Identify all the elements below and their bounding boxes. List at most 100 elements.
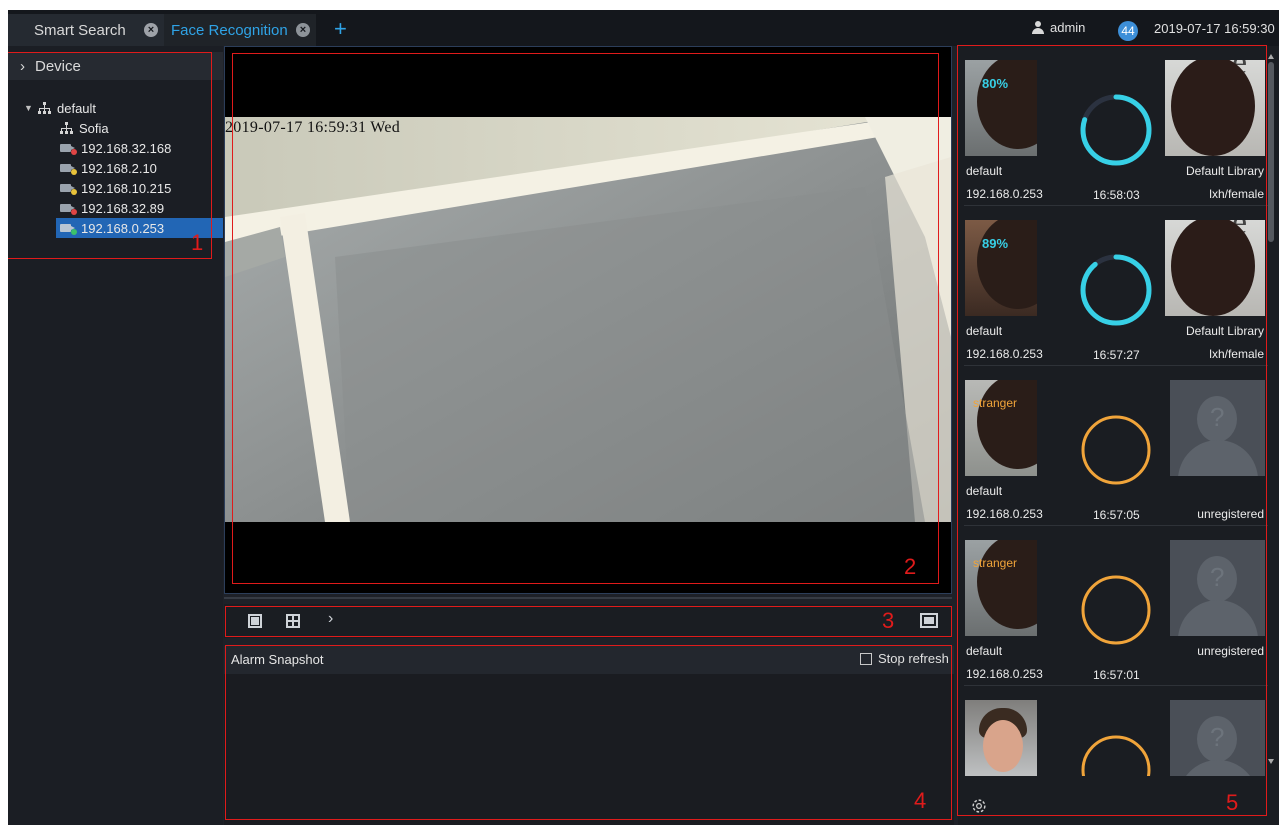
annotation-number-2: 2 — [904, 554, 917, 579]
checkbox-icon[interactable] — [860, 652, 872, 665]
device-ip: 192.168.32.89 — [81, 200, 165, 216]
recognition-feed-panel: default 192.168.0.253 80% 16:58:03 ne De… — [958, 46, 1279, 825]
card-time: 16:57:01 — [1093, 668, 1140, 682]
network-icon — [60, 122, 73, 134]
network-icon — [38, 102, 51, 114]
tree-node-label: default — [57, 100, 97, 116]
camera-warning-icon — [60, 163, 77, 175]
close-tab-icon[interactable]: × — [144, 23, 158, 37]
stranger-label: stranger — [972, 396, 1018, 410]
annotation-number-1: 1 — [191, 230, 204, 255]
stranger-label: stranger — [972, 556, 1018, 570]
stop-refresh-label: Stop refresh — [878, 651, 949, 666]
annotation-number-4: 4 — [914, 788, 927, 813]
alarm-snapshot-header: Alarm Snapshot Stop refresh — [224, 646, 954, 674]
video-osd-timestamp: 2019-07-17 16:59:31 Wed — [225, 119, 401, 136]
user-menu[interactable]: admin — [1032, 20, 1085, 35]
stranger-ring — [1081, 735, 1151, 776]
card-person: lxh/female — [1209, 187, 1264, 201]
username: admin — [1050, 20, 1086, 35]
similarity-value: 89% — [981, 235, 1009, 251]
recognition-card[interactable]: default 192.168.0.253 89% 16:57:27 ne De… — [958, 206, 1268, 366]
card-ip: 192.168.0.253 — [966, 667, 1043, 681]
video-progress-line — [224, 597, 952, 599]
device-ip: 192.168.2.10 — [81, 160, 157, 176]
card-library: Default Library — [1185, 164, 1264, 178]
add-tab-icon[interactable]: + — [334, 16, 347, 42]
card-time: 16:58:03 — [1093, 188, 1140, 202]
feed-scrollbar[interactable] — [1268, 54, 1274, 764]
settings-gear-icon[interactable] — [970, 797, 988, 815]
recognition-feed: default 192.168.0.253 80% 16:58:03 ne De… — [958, 46, 1268, 776]
recognition-card[interactable]: ? — [958, 686, 1268, 776]
card-time: 16:57:05 — [1093, 508, 1140, 522]
camera-offline-icon — [60, 203, 77, 215]
unregistered-avatar-icon: ? — [1170, 540, 1265, 636]
caret-down-icon[interactable]: ▼ — [24, 103, 33, 113]
live-video-window[interactable]: 2019-07-17 16:59:31 Wed — [224, 46, 952, 594]
single-layout-icon[interactable] — [248, 614, 262, 628]
card-ip: 192.168.0.253 — [966, 507, 1043, 521]
fullscreen-icon[interactable] — [920, 613, 938, 628]
chevron-right-icon[interactable]: › — [328, 610, 333, 628]
alarm-snapshot-list — [224, 674, 954, 825]
stranger-ring — [1081, 575, 1151, 645]
card-person: unregistered — [1197, 644, 1264, 658]
card-group: default — [966, 644, 1003, 658]
library-face-thumbnail: ne — [1165, 220, 1265, 316]
device-header[interactable]: › Device — [8, 52, 223, 80]
similarity-value: 80% — [981, 75, 1009, 91]
card-time: 16:57:27 — [1093, 348, 1140, 362]
stop-refresh-toggle[interactable]: Stop refresh — [860, 651, 949, 666]
device-title: Device — [35, 57, 81, 75]
device-ip: 192.168.0.253 — [81, 220, 165, 236]
stranger-ring — [1081, 415, 1151, 485]
user-icon — [1032, 21, 1044, 34]
similarity-ring — [1080, 254, 1152, 326]
tree-node-device[interactable]: 192.168.32.89 — [60, 198, 164, 218]
top-bar: Smart Search × Face Recognition × + admi… — [8, 10, 1279, 46]
tab-label: Face Recognition — [171, 21, 288, 39]
tab-smart-search[interactable]: Smart Search × — [8, 14, 164, 46]
quad-layout-icon[interactable] — [286, 614, 300, 628]
alarm-snapshot-title: Alarm Snapshot — [231, 652, 324, 667]
unregistered-avatar-icon: ? — [1170, 380, 1265, 476]
annotation-number-5: 5 — [1226, 790, 1239, 815]
camera-feed-image: 2019-07-17 16:59:31 Wed — [225, 117, 951, 522]
card-person: unregistered — [1197, 507, 1264, 521]
chevron-right-icon: › — [20, 57, 25, 75]
tree-node-device[interactable]: 192.168.2.10 — [60, 158, 157, 178]
scroll-thumb[interactable] — [1268, 62, 1274, 242]
notification-badge[interactable]: 44 — [1118, 21, 1138, 41]
camera-warning-icon — [60, 183, 77, 195]
recognition-card[interactable]: default 192.168.0.253 stranger 16:57:01 … — [958, 526, 1268, 686]
card-group: default — [966, 484, 1003, 498]
card-ip: 192.168.0.253 — [966, 187, 1043, 201]
camera-offline-icon — [60, 143, 77, 155]
scroll-up-icon[interactable] — [1268, 54, 1274, 59]
card-group: default — [966, 164, 1003, 178]
close-tab-icon[interactable]: × — [296, 23, 310, 37]
scroll-down-icon[interactable] — [1268, 759, 1274, 764]
device-ip: 192.168.10.215 — [81, 180, 172, 196]
tree-node-device[interactable]: 192.168.32.168 — [60, 138, 171, 158]
captured-face-thumbnail — [965, 700, 1037, 776]
tree-node-default[interactable]: ▼ default — [24, 98, 96, 118]
tree-node-device[interactable]: 192.168.10.215 — [60, 178, 171, 198]
video-toolbar: › — [224, 604, 952, 638]
tree-node-sofia[interactable]: Sofia — [60, 118, 109, 138]
recognition-card[interactable]: default 192.168.0.253 stranger 16:57:05 … — [958, 366, 1268, 526]
card-ip: 192.168.0.253 — [966, 347, 1043, 361]
library-face-thumbnail: ne — [1165, 60, 1265, 156]
recognition-card[interactable]: default 192.168.0.253 80% 16:58:03 ne De… — [958, 46, 1268, 206]
similarity-ring — [1080, 94, 1152, 166]
card-person: lxh/female — [1209, 347, 1264, 361]
card-library: Default Library — [1185, 324, 1264, 338]
tab-face-recognition[interactable]: Face Recognition × — [164, 14, 316, 46]
system-clock: 2019-07-17 16:59:30 — [1154, 21, 1275, 36]
annotation-number-3: 3 — [882, 608, 895, 633]
alarm-snapshot-panel: Alarm Snapshot Stop refresh — [224, 646, 954, 825]
camera-online-icon — [60, 223, 77, 235]
device-ip: 192.168.32.168 — [81, 140, 172, 156]
unregistered-avatar-icon: ? — [1170, 700, 1265, 776]
